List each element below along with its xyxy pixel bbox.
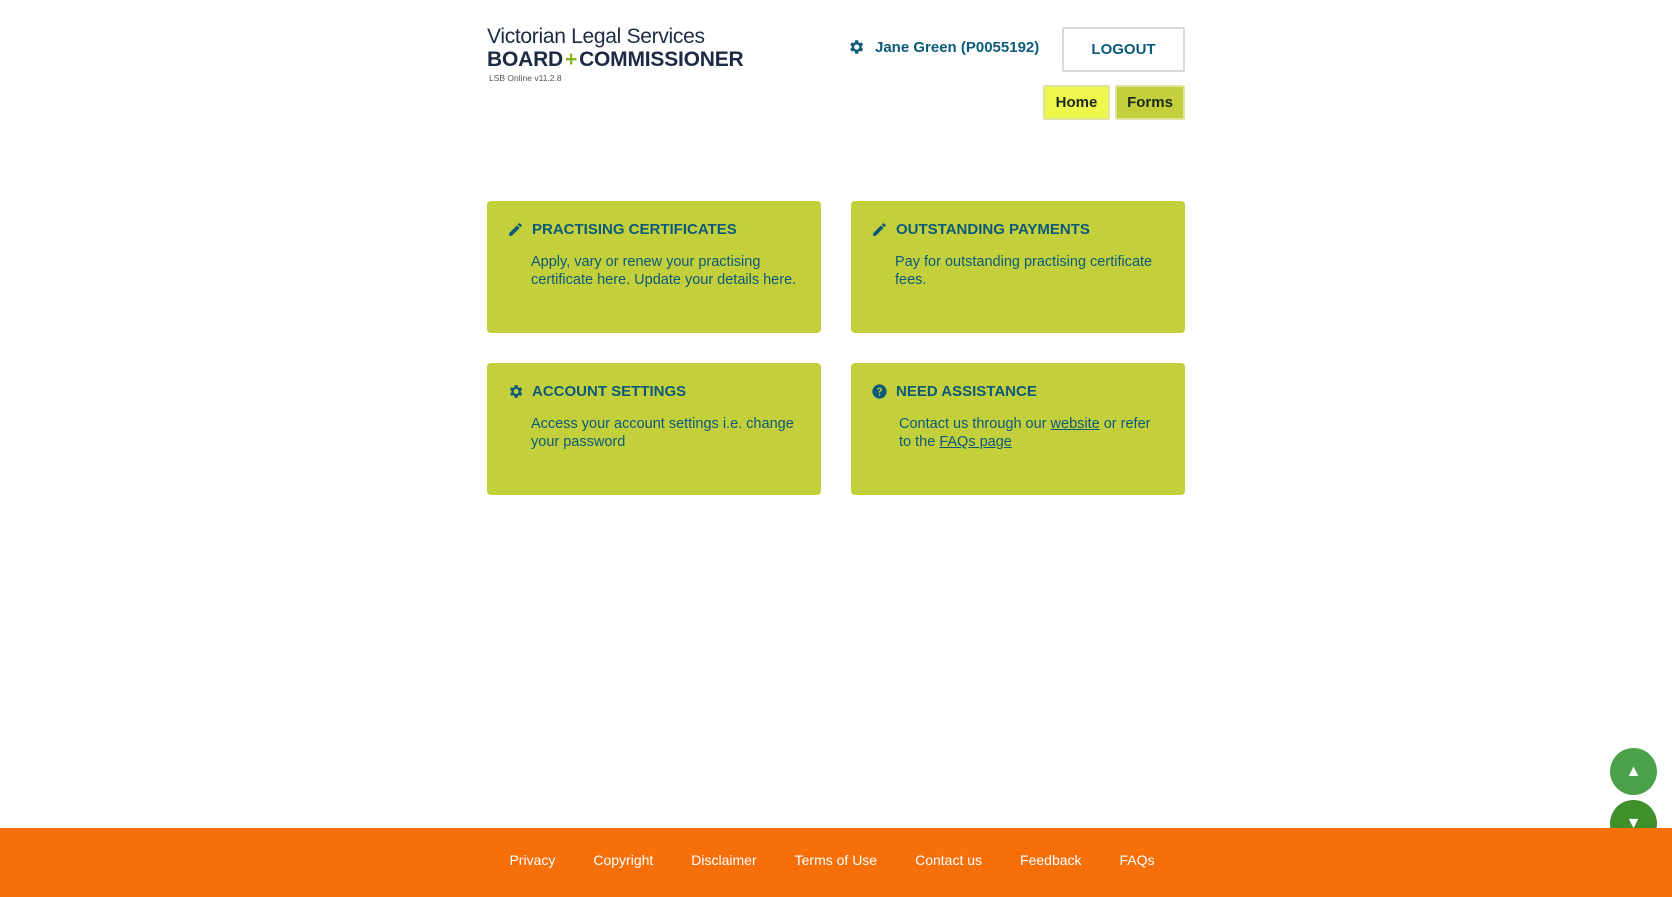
footer-link-copyright[interactable]: Copyright	[593, 852, 653, 868]
gear-icon	[510, 384, 523, 398]
tile-description: Contact us through our website or refer …	[871, 415, 1165, 451]
scroll-up-button[interactable]: ▲	[1610, 748, 1657, 795]
footer-link-contact[interactable]: Contact us	[915, 852, 982, 868]
main-nav: Home Forms	[1043, 85, 1185, 120]
logo[interactable]: Victorian Legal Services BOARD+COMMISSIO…	[487, 25, 744, 84]
tile-title: NEED ASSISTANCE	[871, 381, 1165, 401]
pencil-icon	[873, 222, 886, 236]
logo-line1: Victorian Legal Services	[487, 25, 705, 48]
footer-link-faqs[interactable]: FAQs	[1120, 852, 1155, 868]
pencil-icon	[509, 222, 522, 236]
tile-title-text: PRACTISING CERTIFICATES	[532, 220, 737, 238]
version-text: LSB Online v11.2.8	[489, 73, 562, 83]
tile-description: Apply, vary or renew your practising cer…	[531, 254, 797, 288]
footer-link-terms[interactable]: Terms of Use	[795, 852, 877, 868]
tile-title-text: ACCOUNT SETTINGS	[532, 382, 687, 400]
gear-icon	[850, 40, 864, 54]
tile-outstanding-payments[interactable]: OUTSTANDING PAYMENTS Pay for outstanding…	[851, 201, 1185, 333]
nav-home-button[interactable]: Home	[1043, 85, 1110, 120]
tile-account-settings[interactable]: ACCOUNT SETTINGS Access your account set…	[487, 363, 821, 495]
tile-description: Pay for outstanding practising certifica…	[895, 254, 1153, 288]
tile-title: ACCOUNT SETTINGS	[507, 381, 801, 401]
tile-title: OUTSTANDING PAYMENTS	[871, 219, 1165, 239]
logo-commissioner: COMMISSIONER	[579, 48, 744, 71]
website-link[interactable]: website	[1051, 416, 1100, 432]
logo-line2: BOARD+COMMISSIONER	[487, 48, 744, 72]
nav-forms-button[interactable]: Forms	[1115, 85, 1185, 120]
footer-link-feedback[interactable]: Feedback	[1020, 852, 1081, 868]
logo-plus: +	[565, 48, 578, 71]
faqs-page-link[interactable]: FAQs page	[939, 434, 1012, 450]
tile-need-assistance: NEED ASSISTANCE Contact us through our w…	[851, 363, 1185, 495]
desc-part1: Contact us through our	[899, 416, 1051, 432]
user-menu[interactable]: Jane Green (P0055192)	[847, 38, 1039, 56]
question-circle-icon	[872, 383, 887, 399]
footer-links: Privacy Copyright Disclaimer Terms of Us…	[509, 852, 1154, 868]
tile-title: PRACTISING CERTIFICATES	[507, 219, 801, 239]
logout-button[interactable]: LOGOUT	[1062, 27, 1185, 72]
footer-link-privacy[interactable]: Privacy	[509, 852, 555, 868]
tile-title-text: OUTSTANDING PAYMENTS	[896, 220, 1090, 238]
tile-practising-certificates[interactable]: PRACTISING CERTIFICATES Apply, vary or r…	[487, 201, 821, 333]
tile-description: Access your account settings i.e. change…	[531, 416, 794, 450]
header: Victorian Legal Services BOARD+COMMISSIO…	[487, 26, 1185, 126]
tile-title-text: NEED ASSISTANCE	[896, 382, 1037, 400]
user-name: Jane Green (P0055192)	[875, 38, 1040, 56]
footer-link-disclaimer[interactable]: Disclaimer	[691, 852, 756, 868]
logo-board: BOARD	[487, 48, 563, 71]
footer: Privacy Copyright Disclaimer Terms of Us…	[0, 828, 1672, 897]
